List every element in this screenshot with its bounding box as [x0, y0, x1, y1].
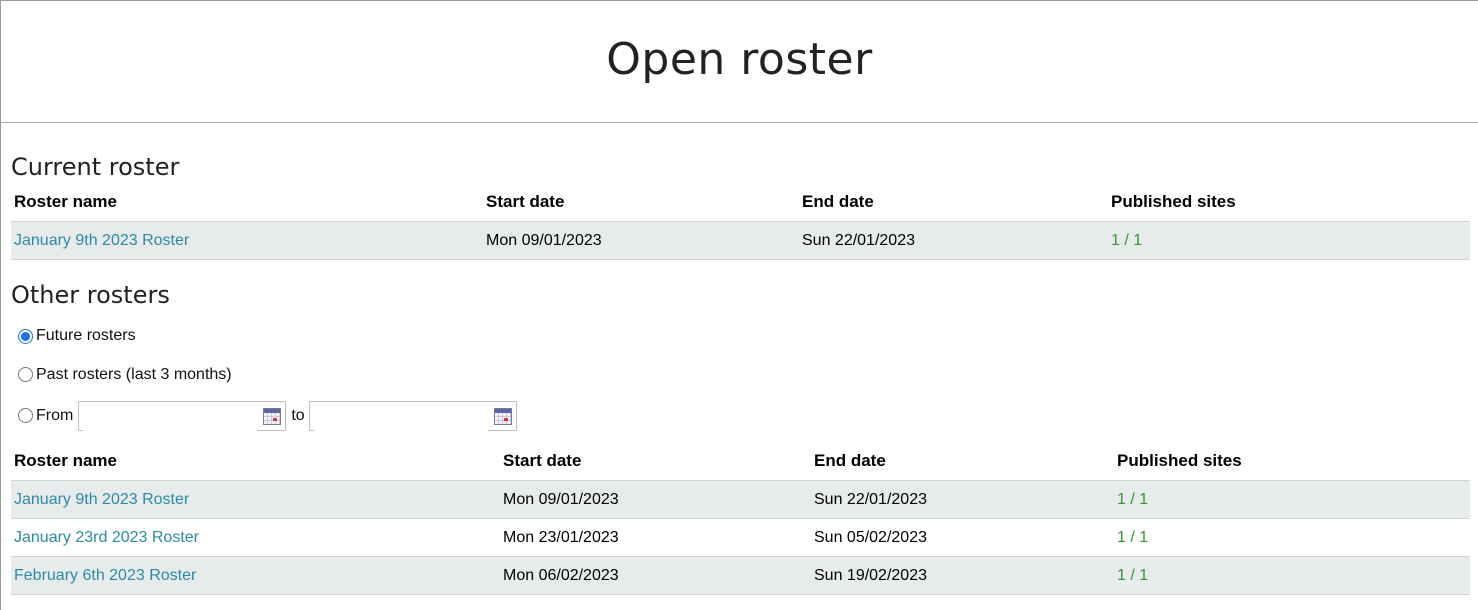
roster-name-cell: February 6th 2023 Roster [11, 556, 500, 595]
column-header-published-sites: Published sites [1111, 192, 1236, 211]
roster-link[interactable]: January 23rd 2023 Roster [14, 529, 199, 546]
to-date-field [308, 400, 517, 431]
current-roster-heading: Current roster [11, 153, 180, 181]
table-header-row: Roster name Start date End date Publishe… [11, 442, 1470, 481]
calendar-icon[interactable] [263, 407, 282, 425]
from-label: From [36, 406, 74, 424]
roster-link[interactable]: January 9th 2023 Roster [14, 491, 189, 508]
other-rosters-heading: Other rosters [11, 281, 170, 309]
page-header: Open roster [1, 1, 1478, 123]
table-header-row: Roster name Start date End date Publishe… [11, 183, 1470, 222]
end-date-cell: Sun 05/02/2023 [811, 518, 1114, 557]
table-row: February 6th 2023 Roster Mon 06/02/2023 … [11, 556, 1470, 595]
start-date-cell: Mon 09/01/2023 [483, 221, 799, 260]
table-row: January 9th 2023 Roster Mon 09/01/2023 S… [11, 221, 1470, 260]
roster-filters: Future rosters Past rosters (last 3 mont… [11, 318, 1470, 436]
roster-link[interactable]: January 9th 2023 Roster [14, 232, 189, 249]
past-rosters-option[interactable]: Past rosters (last 3 months) [11, 354, 1470, 395]
start-date-cell: Mon 23/01/2023 [500, 518, 811, 557]
to-date-input[interactable] [313, 402, 488, 431]
past-rosters-radio[interactable] [18, 367, 33, 382]
to-label: to [291, 406, 305, 424]
table-row: January 23rd 2023 Roster Mon 23/01/2023 … [11, 518, 1470, 557]
future-rosters-label: Future rosters [36, 327, 136, 344]
roster-name-cell: January 23rd 2023 Roster [11, 518, 500, 557]
column-header-published-sites: Published sites [1117, 451, 1242, 470]
start-date-cell: Mon 06/02/2023 [500, 556, 811, 595]
table-row: January 9th 2023 Roster Mon 09/01/2023 S… [11, 480, 1470, 519]
past-rosters-label: Past rosters (last 3 months) [36, 365, 232, 383]
published-sites-cell: 1 / 1 [1114, 556, 1470, 595]
from-date-input[interactable] [83, 402, 258, 431]
start-date-cell: Mon 09/01/2023 [500, 480, 811, 519]
published-sites-cell: 1 / 1 [1108, 221, 1470, 260]
end-date-cell: Sun 22/01/2023 [799, 221, 1108, 260]
column-header-roster-name: Roster name [14, 451, 117, 470]
roster-name-cell: January 9th 2023 Roster [11, 221, 483, 260]
end-date-cell: Sun 19/02/2023 [811, 556, 1114, 595]
roster-link[interactable]: February 6th 2023 Roster [14, 567, 196, 584]
roster-name-cell: January 9th 2023 Roster [11, 480, 500, 519]
from-date-field [78, 400, 287, 431]
date-range-radio[interactable] [18, 408, 33, 423]
page-content: Current roster Roster name Start date En… [1, 151, 1478, 595]
published-sites-cell: 1 / 1 [1114, 518, 1470, 557]
column-header-roster-name: Roster name [14, 192, 117, 211]
calendar-icon[interactable] [493, 407, 512, 425]
column-header-end-date: End date [814, 451, 886, 470]
published-sites-cell: 1 / 1 [1114, 480, 1470, 519]
future-rosters-radio[interactable] [18, 328, 33, 344]
column-header-start-date: Start date [503, 451, 582, 470]
column-header-end-date: End date [802, 192, 874, 211]
future-rosters-option[interactable]: Future rosters [11, 318, 1470, 354]
other-rosters-table: Roster name Start date End date Publishe… [11, 442, 1470, 595]
date-range-option: From to [11, 395, 1470, 436]
page-title: Open roster [606, 34, 873, 85]
column-header-start-date: Start date [486, 192, 565, 211]
end-date-cell: Sun 22/01/2023 [811, 480, 1114, 519]
current-roster-table: Roster name Start date End date Publishe… [11, 183, 1470, 260]
open-roster-page: Open roster Current roster Roster name S… [0, 0, 1478, 610]
